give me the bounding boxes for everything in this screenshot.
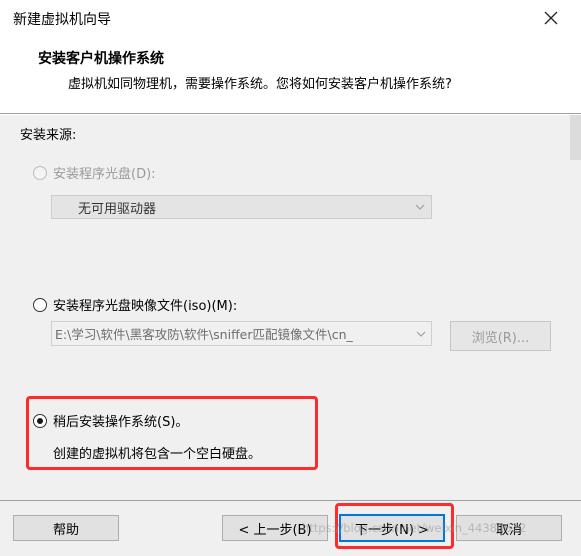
next-button[interactable]: 下一步(N) >	[339, 514, 445, 542]
iso-path-combobox[interactable]: E:\学习\软件\黑客攻防\软件\sniffer匹配镜像文件\cn_	[51, 321, 432, 346]
close-icon	[544, 11, 558, 25]
iso-path-value: E:\学习\软件\黑客攻防\软件\sniffer匹配镜像文件\cn_	[55, 327, 353, 342]
wizard-footer: 帮助 < 上一步(B) 下一步(N) > 取消	[0, 500, 581, 556]
browse-button[interactable]: 浏览(R)...	[450, 321, 551, 351]
cancel-button[interactable]: 取消	[456, 515, 562, 541]
help-button[interactable]: 帮助	[13, 515, 119, 541]
wizard-header: 安装客户机操作系统 虚拟机如同物理机，需要操作系统。您将如何安装客户机操作系统?	[0, 36, 581, 114]
radio-install-disc-label: 安装程序光盘(D):	[53, 167, 156, 182]
disc-drive-dropdown[interactable]: 无可用驱动器	[51, 195, 432, 219]
back-button[interactable]: < 上一步(B)	[222, 515, 328, 541]
install-later-description: 创建的虚拟机将包含一个空白硬盘。	[53, 447, 262, 462]
radio-install-disc[interactable]: 安装程序光盘(D):	[33, 163, 156, 182]
footer-divider	[0, 500, 581, 501]
close-button[interactable]	[533, 4, 569, 32]
header-title: 安装客户机操作系统	[38, 51, 164, 67]
header-subtitle: 虚拟机如同物理机，需要操作系统。您将如何安装客户机操作系统?	[68, 77, 452, 92]
radio-install-later[interactable]: 稍后安装操作系统(S)。	[33, 411, 188, 430]
radio-install-later-circle[interactable]	[33, 413, 47, 428]
install-source-label: 安装来源:	[20, 128, 77, 143]
disc-drive-value: 无可用驱动器	[78, 201, 157, 217]
radio-install-iso-label: 安装程序光盘映像文件(iso)(M):	[53, 299, 238, 314]
content-panel: 安装来源: 安装程序光盘(D): 无可用驱动器 安装程序光盘映像文件(iso)(…	[0, 115, 581, 500]
scroll-strip	[570, 115, 581, 160]
chevron-down-icon	[409, 204, 431, 210]
window-title: 新建虚拟机向导	[13, 12, 111, 28]
radio-install-iso-circle[interactable]	[33, 297, 47, 312]
chevron-down-icon	[411, 331, 431, 337]
title-bar: 新建虚拟机向导	[0, 0, 581, 36]
radio-install-later-label: 稍后安装操作系统(S)。	[53, 415, 189, 430]
radio-install-disc-circle[interactable]	[33, 165, 47, 180]
radio-install-iso[interactable]: 安装程序光盘映像文件(iso)(M):	[33, 295, 237, 314]
